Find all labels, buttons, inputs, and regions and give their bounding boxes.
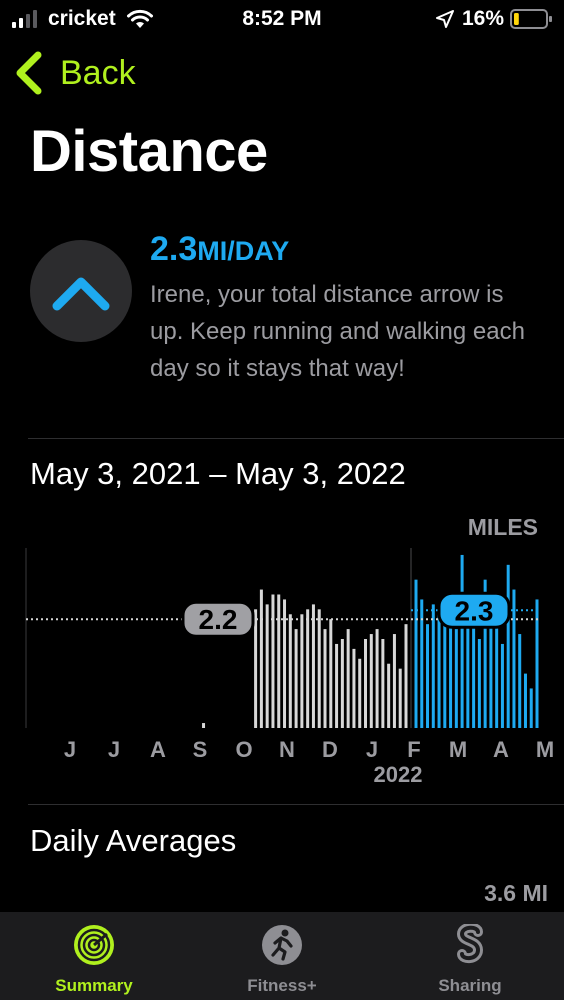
average-previous-label: 2.2 — [199, 604, 238, 635]
year-label: 2022 — [374, 762, 423, 787]
tab-summary[interactable]: Summary — [0, 912, 188, 1000]
chart-bar — [369, 634, 373, 728]
status-bar: cricket 8:52 PM 16% — [0, 0, 564, 38]
divider — [28, 438, 564, 439]
x-tick-label: N — [279, 737, 295, 762]
chart-bar — [443, 619, 447, 728]
x-tick-label: A — [493, 737, 509, 762]
chart-bar — [404, 624, 408, 728]
x-tick-label: M — [449, 737, 467, 762]
x-tick-label: A — [150, 737, 166, 762]
chart-bar — [265, 604, 269, 728]
x-tick-label: M — [536, 737, 554, 762]
chart-bar — [437, 614, 441, 728]
trend-up-arrow-icon — [52, 277, 110, 311]
chart-bar — [259, 589, 263, 728]
chart-bar — [387, 663, 391, 728]
chart-bar — [340, 639, 344, 728]
distance-chart-svg: 2.2 2.3 J J A S O N D J F M A M 2022 — [25, 548, 554, 787]
page-title: Distance — [30, 119, 268, 184]
chevron-left-icon — [16, 51, 42, 95]
x-tick-label: F — [407, 737, 420, 762]
trend-value-number: 2.3 — [150, 230, 198, 268]
chart-bar — [472, 619, 476, 728]
chart-bar — [506, 564, 510, 728]
tab-fitness-plus[interactable]: Fitness+ — [188, 912, 376, 1000]
divider — [28, 804, 564, 805]
chart-bar — [518, 634, 522, 728]
tab-label: Sharing — [438, 976, 502, 995]
tab-bar: Summary Fitness+ Sharing — [0, 912, 564, 1000]
tab-label: Summary — [55, 976, 133, 995]
chart-bar — [202, 723, 206, 728]
chart-bar — [335, 643, 339, 728]
section-heading: Daily Averages — [30, 823, 237, 858]
chart-bar — [477, 639, 481, 728]
trend-message: Irene, your total distance arrow is up. … — [150, 281, 525, 382]
chart-bar — [398, 668, 402, 728]
chart-bar — [426, 624, 430, 728]
chart-bar — [358, 658, 362, 728]
tab-sharing[interactable]: Sharing — [376, 912, 564, 1000]
date-range: May 3, 2021 – May 3, 2022 — [30, 456, 406, 491]
chart-bar — [294, 629, 298, 728]
chart-bar — [495, 624, 499, 728]
chart-bar — [392, 634, 396, 728]
back-button[interactable]: Back — [14, 50, 136, 96]
chart-bar — [254, 609, 258, 728]
average-recent-label: 2.3 — [455, 595, 494, 626]
chart-bar — [329, 619, 333, 728]
trend-value: 2.3MI/DAY — [150, 230, 289, 269]
trend-indicator — [30, 240, 132, 342]
chart-bar — [306, 609, 310, 728]
trend-value-unit: MI/DAY — [197, 236, 290, 266]
chart-bar — [454, 629, 458, 728]
chart-bar — [460, 554, 464, 728]
x-tick-label: J — [64, 737, 76, 762]
chart-bar — [311, 604, 315, 728]
chart-bar — [431, 604, 435, 728]
x-tick-label: J — [108, 737, 120, 762]
chart-bar — [500, 643, 504, 728]
battery-icon — [510, 9, 552, 34]
chart-bar — [277, 594, 281, 728]
chart-bar — [283, 599, 287, 728]
distance-chart: 2.2 2.3 J J A S O N D J F M A M 2022 — [0, 510, 564, 790]
chart-bar — [523, 673, 527, 728]
chart-bar — [346, 629, 350, 728]
chart-bar — [529, 688, 533, 728]
chart-bar — [414, 579, 418, 728]
chart-bar — [381, 639, 385, 728]
x-tick-label: O — [235, 737, 252, 762]
activity-rings-icon — [74, 925, 114, 965]
chart-bar — [271, 594, 275, 728]
chart-bar — [375, 629, 379, 728]
chart-bar — [323, 629, 327, 728]
chart-bar — [300, 614, 304, 728]
chart-bar — [288, 614, 292, 728]
sharing-icon — [456, 924, 484, 964]
x-tick-label: J — [366, 737, 378, 762]
location-arrow-icon — [436, 10, 454, 33]
back-label: Back — [60, 53, 136, 92]
x-tick-label: S — [193, 737, 208, 762]
chart-bar — [352, 648, 356, 728]
x-tick-label: D — [322, 737, 338, 762]
chart-bar — [317, 609, 321, 728]
fitness-plus-icon — [262, 925, 302, 965]
chart-bar — [364, 639, 368, 728]
tab-label: Fitness+ — [247, 976, 317, 995]
battery-percent: 16% — [462, 7, 505, 30]
daily-average-value: 3.6 MI — [484, 880, 548, 906]
